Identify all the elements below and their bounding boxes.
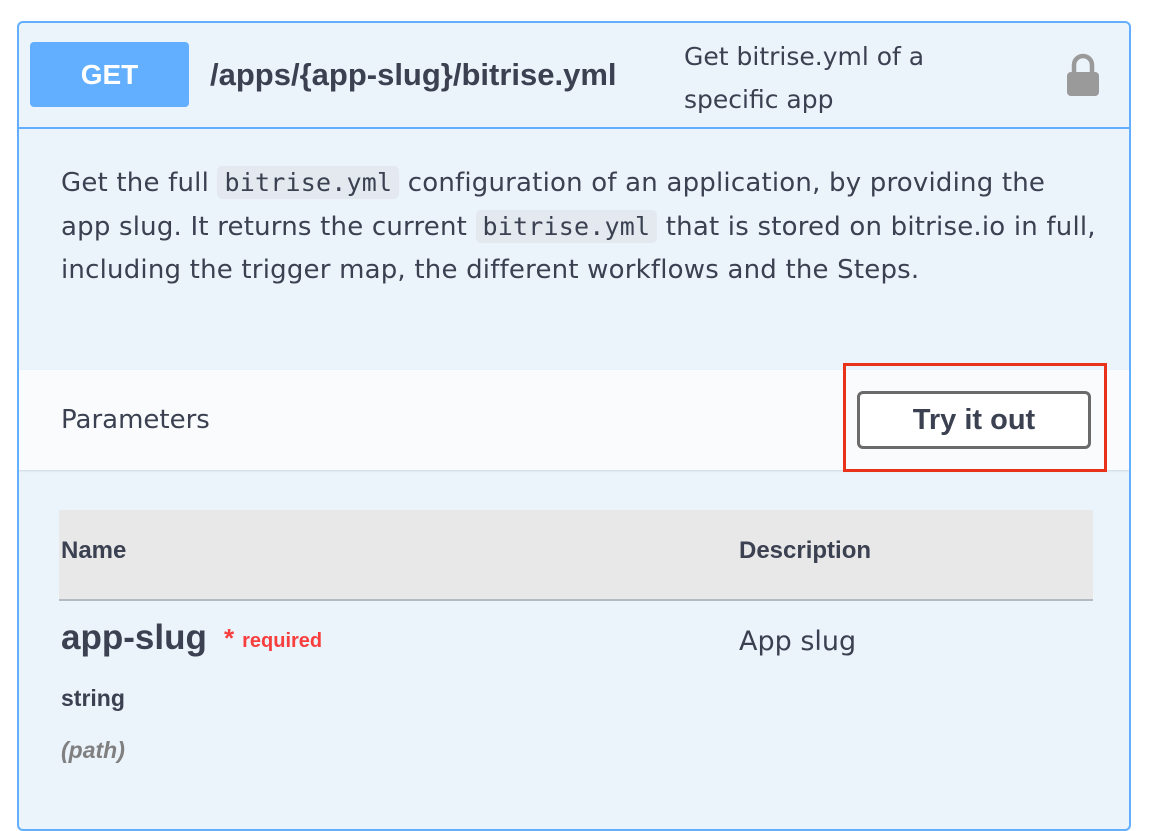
- required-label: required: [242, 630, 323, 652]
- parameter-type: string: [61, 685, 125, 711]
- operation-block: GET /apps/{app-slug}/bitrise.yml Get bit…: [17, 21, 1131, 831]
- parameters-section-header: Parameters Try it out: [19, 363, 1129, 472]
- operation-description: Get the full bitrise.yml configuration o…: [61, 161, 1101, 292]
- inline-code-bitrise-yml-2: bitrise.yml: [475, 210, 658, 243]
- lock-icon[interactable]: [1066, 53, 1100, 97]
- column-header-name: Name: [61, 537, 127, 564]
- try-it-out-button[interactable]: Try it out: [857, 391, 1091, 449]
- parameter-location: (path): [61, 737, 125, 763]
- operation-summary[interactable]: GET /apps/{app-slug}/bitrise.yml Get bit…: [19, 23, 1129, 129]
- required-asterisk: *: [224, 623, 235, 653]
- parameter-name: app-slug: [61, 618, 207, 657]
- required-indicator: * required: [224, 623, 322, 654]
- parameters-title: Parameters: [61, 405, 210, 435]
- operation-summary-text: Get bitrise.yml of a specific app: [684, 42, 925, 114]
- parameters-table-header: Name Description: [59, 510, 1093, 601]
- column-header-description: Description: [739, 537, 872, 564]
- description-text-1: Get the full: [61, 168, 218, 198]
- inline-code-bitrise-yml: bitrise.yml: [217, 166, 400, 199]
- parameter-description: App slug: [739, 626, 857, 657]
- endpoint-path: /apps/{app-slug}/bitrise.yml: [210, 57, 617, 92]
- http-method-badge: GET: [30, 42, 189, 107]
